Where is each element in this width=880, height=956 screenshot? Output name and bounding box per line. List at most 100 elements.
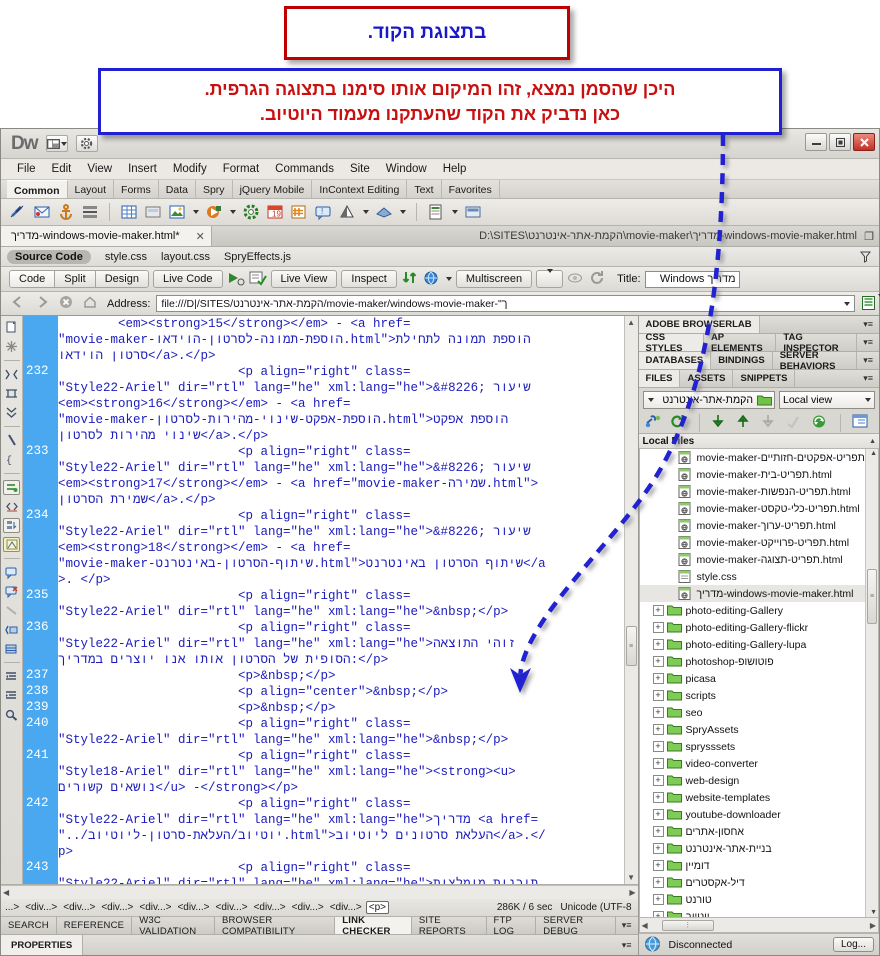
expand-files-panel-icon[interactable]	[852, 414, 870, 432]
files-scroll-thumb[interactable]: ≡	[867, 569, 877, 624]
line-numbers-icon[interactable]: { }	[3, 452, 20, 467]
wrap-tag-icon[interactable]	[3, 537, 20, 552]
results-panel-menu-icon[interactable]: ▾≡	[616, 917, 638, 934]
panel-tab-snippets[interactable]: SNIPPETS	[733, 370, 796, 387]
expand-icon[interactable]: +	[652, 724, 664, 735]
related-file-style-css[interactable]: style.css	[105, 251, 147, 263]
folder-row[interactable]: + picasa	[640, 670, 878, 687]
scroll-up-arrow-icon[interactable]: ▲	[870, 450, 877, 457]
insert-image-icon[interactable]	[168, 203, 186, 221]
expand-icon[interactable]: +	[652, 894, 664, 905]
menu-commands[interactable]: Commands	[267, 161, 342, 177]
apply-source-formatting-icon[interactable]	[3, 707, 20, 722]
properties-tab[interactable]: PROPERTIES	[1, 935, 84, 955]
menu-edit[interactable]: Edit	[44, 161, 80, 177]
folder-row[interactable]: + scripts	[640, 687, 878, 704]
code-vertical-scrollbar[interactable]: ▲ ≡ ▼	[623, 316, 638, 884]
design-view-button[interactable]: Design	[95, 271, 148, 287]
chevron-down-icon[interactable]	[230, 210, 236, 214]
folder-row[interactable]: + photo-editing-Gallery	[640, 602, 878, 619]
folder-row[interactable]: + photo-editing-Gallery-flickr	[640, 619, 878, 636]
chevron-down-icon[interactable]	[193, 210, 199, 214]
scroll-left-arrow-icon[interactable]: ◀	[3, 886, 9, 899]
apply-comment-icon[interactable]	[3, 499, 20, 514]
close-icon[interactable]: ✕	[196, 230, 205, 243]
results-tab-site-reports[interactable]: SITE REPORTS	[412, 915, 487, 937]
expand-icon[interactable]: +	[652, 758, 664, 769]
check-in-icon[interactable]	[786, 414, 804, 432]
synchronize-icon[interactable]	[811, 414, 829, 432]
panel-tab-assets[interactable]: ASSETS	[680, 370, 734, 387]
results-tab-browser-compatibility[interactable]: BROWSER COMPATIBILITY	[215, 915, 336, 937]
results-tab-reference[interactable]: REFERENCE	[57, 917, 133, 934]
panel-tab-adobe-browserlab[interactable]: ADOBE BROWSERLAB	[638, 316, 760, 333]
comment-icon[interactable]: !	[314, 203, 332, 221]
head-tag-icon[interactable]	[338, 203, 356, 221]
menu-file[interactable]: File	[9, 161, 44, 177]
expand-icon[interactable]: +	[652, 843, 664, 854]
view-mode-selector[interactable]: Local view	[779, 391, 875, 409]
move-css-rules-icon[interactable]	[3, 584, 20, 599]
panel-menu-icon[interactable]: ▾≡	[857, 370, 879, 387]
results-tab-link-checker[interactable]: LINK CHECKER	[335, 915, 412, 937]
expand-icon[interactable]: +	[652, 775, 664, 786]
table-icon[interactable]	[120, 203, 138, 221]
address-input[interactable]: file:///D|/SITES/הקמת-אתר-אינטרנט/movie-…	[156, 295, 855, 312]
expand-icon[interactable]: +	[652, 656, 664, 667]
panel-tab-files[interactable]: FILES	[638, 370, 681, 387]
tag-breadcrumb-3[interactable]: <div...>	[99, 902, 135, 913]
properties-panel-menu-icon[interactable]: ▾≡	[616, 935, 638, 955]
file-management-icon[interactable]	[401, 270, 419, 288]
scroll-left-arrow-icon[interactable]: ◀	[642, 919, 648, 932]
insert-media-icon[interactable]	[205, 203, 223, 221]
expand-icon[interactable]: +	[652, 707, 664, 718]
filter-related-files-icon[interactable]	[859, 250, 872, 268]
visual-aids-icon[interactable]	[567, 270, 585, 288]
panel-tab-bindings[interactable]: BINDINGS	[711, 352, 773, 369]
code-scroll-thumb[interactable]: ≡	[625, 626, 637, 666]
hyperlink-icon[interactable]	[9, 203, 27, 221]
home-icon[interactable]	[83, 295, 101, 313]
multiscreen-button[interactable]: Multiscreen	[455, 270, 533, 288]
panel-tab-server-behaviors[interactable]: SERVER BEHAVIORS	[773, 350, 858, 372]
tag-breadcrumb-6[interactable]: <div...>	[214, 902, 250, 913]
folder-row[interactable]: + טורנט	[640, 891, 878, 908]
scroll-down-arrow-icon[interactable]: ▼	[870, 909, 877, 916]
expand-icon[interactable]: +	[652, 605, 664, 616]
chevron-down-icon[interactable]	[452, 210, 458, 214]
panel-menu-icon[interactable]: ▾≡	[857, 316, 879, 333]
refresh-files-icon[interactable]	[670, 414, 688, 432]
collapse-full-tag-icon[interactable]	[3, 339, 20, 354]
file-row[interactable]: movie-maker-תפריט-תצוגה.html	[640, 551, 878, 568]
highlight-invalid-code-icon[interactable]	[3, 480, 20, 495]
expand-icon[interactable]: +	[652, 622, 664, 633]
file-row[interactable]: movie-maker-תפריט-הנפשות.html	[640, 483, 878, 500]
expand-icon[interactable]: +	[652, 911, 664, 917]
insert-tab-data[interactable]: Data	[159, 180, 196, 198]
expand-all-icon[interactable]	[3, 386, 20, 401]
validate-markup-icon[interactable]	[249, 270, 267, 288]
results-tab-server-debug[interactable]: SERVER DEBUG	[536, 915, 616, 937]
folder-row[interactable]: + דיל-אקסטרים	[640, 874, 878, 891]
site-selector[interactable]: הקמת-אתר-אינטרנט	[642, 391, 775, 409]
expand-icon[interactable]: +	[652, 826, 664, 837]
code-horizontal-scrollbar[interactable]: ◀ ▶	[1, 885, 638, 899]
related-file-source-code[interactable]: Source Code	[7, 249, 91, 264]
insert-tab-jquery-mobile[interactable]: jQuery Mobile	[233, 180, 313, 198]
panel-menu-icon[interactable]: ▾≡	[857, 334, 879, 351]
folder-row[interactable]: + יוטיוב	[640, 908, 878, 917]
insert-tab-spry[interactable]: Spry	[196, 180, 233, 198]
chevron-down-icon[interactable]	[363, 210, 369, 214]
folder-row[interactable]: + web-design	[640, 772, 878, 789]
menu-format[interactable]: Format	[215, 161, 267, 177]
menu-modify[interactable]: Modify	[165, 161, 215, 177]
settings-gear-button[interactable]	[75, 135, 98, 152]
indent-code-icon[interactable]	[3, 603, 20, 618]
insert-tab-favorites[interactable]: Favorites	[442, 180, 500, 198]
file-row[interactable]: movie-maker-תפריט-ערוך.html	[640, 517, 878, 534]
expand-icon[interactable]: +	[652, 673, 664, 684]
minimize-button[interactable]	[805, 133, 827, 151]
tag-chooser-icon[interactable]	[464, 203, 482, 221]
related-file-layout-css[interactable]: layout.css	[161, 251, 210, 263]
inspect-button[interactable]: Inspect	[341, 270, 397, 288]
